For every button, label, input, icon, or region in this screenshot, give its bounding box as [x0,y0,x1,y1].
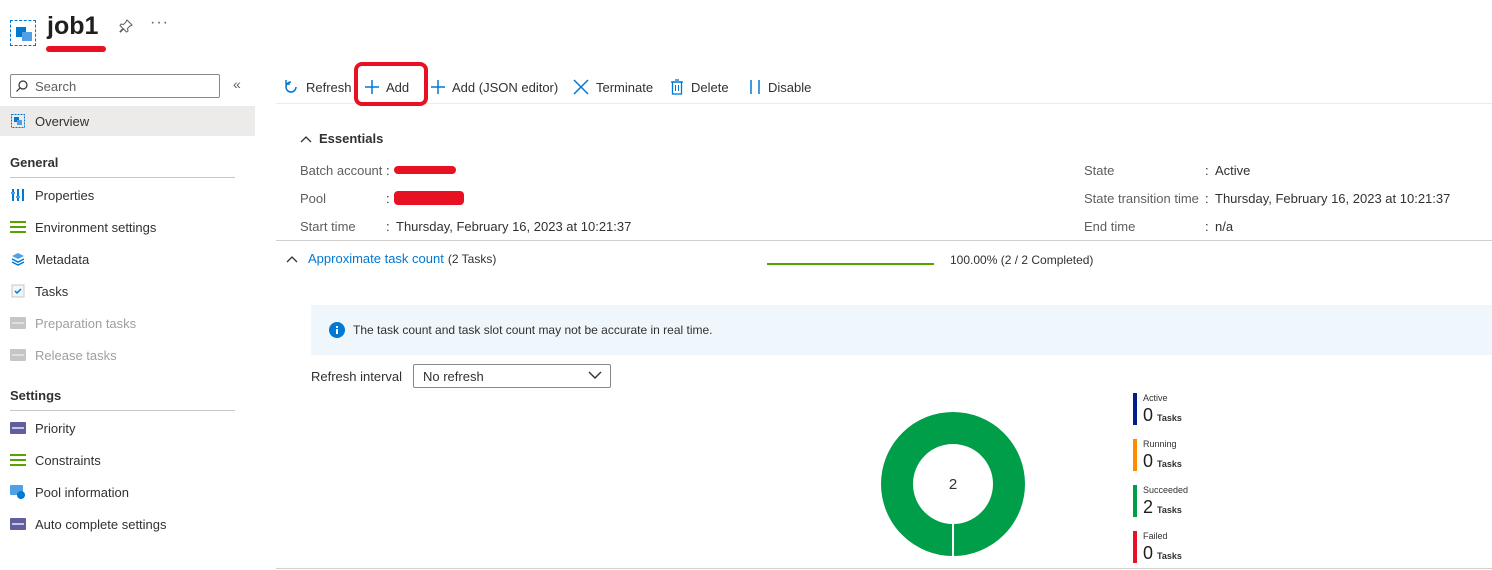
colon: : [1205,163,1209,178]
divider [276,568,1492,569]
task-progress-text: 100.00% (2 / 2 Completed) [950,253,1094,267]
divider [276,240,1492,241]
start-time-value: Thursday, February 16, 2023 at 10:21:37 [396,219,632,234]
tasks-icon [10,283,26,299]
colon: : [1205,191,1209,206]
pool-information-icon [10,484,26,500]
colon: : [1205,219,1209,234]
search-icon [16,80,28,92]
constraints-icon [10,452,26,468]
info-icon [329,322,345,338]
legend-item-running: Running 0 Tasks [1133,439,1223,471]
colon: : [386,191,390,206]
sidebar-item-tasks[interactable]: Tasks [0,276,255,306]
pause-icon [750,80,760,94]
info-banner: The task count and task slot count may n… [311,305,1492,355]
plus-icon [431,80,445,94]
chevron-up-icon [300,135,312,142]
essentials-toggle[interactable]: Essentials [300,131,383,146]
sidebar-item-release-tasks[interactable]: Release tasks [0,340,255,370]
legend-color-bar [1133,531,1137,563]
task-count-title: Approximate task count [308,251,444,266]
chevron-down-icon [588,371,602,379]
terminate-button[interactable]: Terminate [572,76,653,98]
release-tasks-icon [10,347,26,363]
command-bar: Refresh Add Add (JSON editor) Terminate … [276,70,1492,104]
refresh-interval-label: Refresh interval [311,369,403,384]
pool-link[interactable] [394,191,464,205]
sidebar-section-settings: Settings [10,388,62,403]
add-button-highlight [354,62,428,106]
task-progress-fill [767,263,934,265]
sidebar-item-properties[interactable]: Properties [0,180,255,210]
sidebar-item-constraints[interactable]: Constraints [0,445,255,475]
auto-complete-settings-icon [10,516,26,532]
preparation-tasks-icon [10,315,26,331]
legend-item-active: Active 0 Tasks [1133,393,1223,425]
state-transition-time-value: Thursday, February 16, 2023 at 10:21:37 [1215,191,1451,206]
state-label: State [1084,163,1115,178]
sidebar-item-environment-settings[interactable]: Environment settings [0,212,255,242]
disable-button[interactable]: Disable [748,76,811,98]
overview-icon [10,113,26,129]
refresh-interval-value: No refresh [423,369,484,384]
divider [10,410,235,411]
trash-icon [671,79,683,95]
legend-color-bar [1133,485,1137,517]
colon: : [386,163,390,178]
sidebar-item-priority[interactable]: Priority [0,413,255,443]
sidebar-item-pool-information[interactable]: Pool information [0,477,255,507]
info-text: The task count and task slot count may n… [353,323,713,337]
refresh-icon [285,80,297,93]
batch-account-link[interactable] [394,166,456,174]
close-icon [573,79,589,95]
colon: : [386,219,390,234]
pin-icon[interactable] [118,18,134,34]
divider [10,177,235,178]
sidebar-item-overview[interactable]: Overview [0,106,255,136]
task-progress-bar [767,263,934,265]
legend-color-bar [1133,439,1137,471]
task-count-subtitle: (2 Tasks) [447,251,497,266]
end-time-value: n/a [1215,219,1234,234]
add-json-editor-button[interactable]: Add (JSON editor) [430,76,558,98]
sidebar-item-auto-complete-settings[interactable]: Auto complete settings [0,509,255,539]
sidebar-section-general: General [10,155,59,170]
chevron-up-icon [286,255,298,262]
refresh-button[interactable]: Refresh [282,76,352,98]
page-header: job1 ··· [10,10,270,60]
sidebar-item-preparation-tasks[interactable]: Preparation tasks [0,308,255,338]
batch-account-label: Batch account [300,163,383,178]
collapse-sidebar-icon[interactable]: « [233,76,241,92]
batch-job-icon [10,20,36,46]
redacted-subtitle [46,46,106,52]
end-time-label: End time [1084,219,1136,234]
page-title: job1 [47,12,99,40]
task-count-donut-chart: 2 [881,412,1025,557]
properties-icon [10,187,26,203]
state-transition-time-label: State transition time [1084,191,1199,206]
legend-color-bar [1133,393,1137,425]
more-options-icon[interactable]: ··· [150,14,169,32]
donut-total: 2 [949,476,957,493]
metadata-icon [10,251,26,267]
state-value: Active [1215,163,1251,178]
delete-button[interactable]: Delete [669,76,729,98]
legend-item-failed: Failed 0 Tasks [1133,531,1223,563]
sidebar-item-metadata[interactable]: Metadata [0,244,255,274]
refresh-interval-dropdown[interactable]: No refresh [413,364,611,388]
task-count-toggle[interactable]: Approximate task count (2 Tasks) [286,251,496,266]
legend-item-succeeded: Succeeded 2 Tasks [1133,485,1223,517]
search-placeholder: Search [35,79,77,94]
pool-label: Pool [300,191,327,206]
start-time-label: Start time [300,219,356,234]
essentials-heading: Essentials [319,131,384,146]
environment-settings-icon [10,219,26,235]
search-input[interactable]: Search [10,74,220,98]
priority-icon [10,420,26,436]
